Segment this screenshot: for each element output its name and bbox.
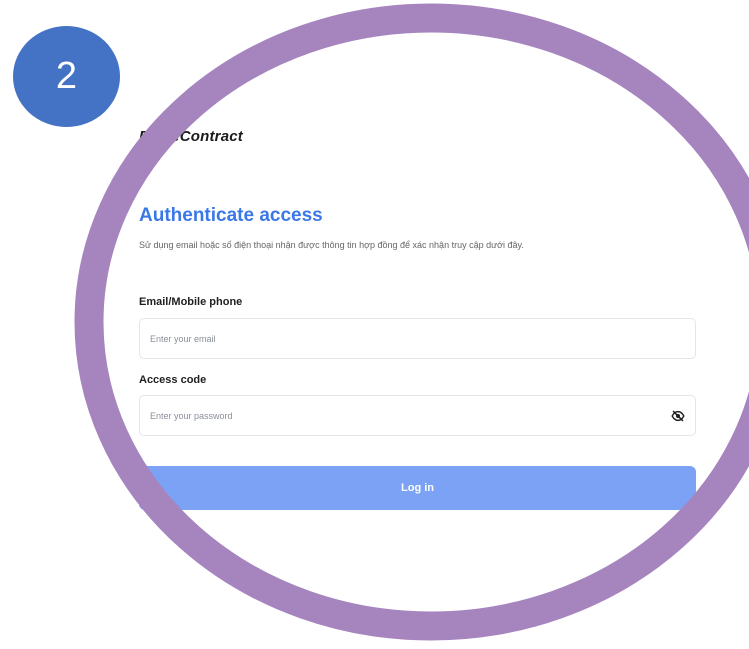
access-code-label: Access code xyxy=(139,374,207,386)
eye-off-icon[interactable] xyxy=(671,409,685,423)
login-button[interactable]: Log in xyxy=(139,466,696,510)
step-number-badge: 2 xyxy=(13,26,120,127)
email-input[interactable] xyxy=(150,319,660,358)
email-label: Email/Mobile phone xyxy=(139,296,243,308)
page-subtitle: Sử dụng email hoặc số điện thoại nhận đư… xyxy=(139,240,524,250)
brand-logo: FPT.eContract xyxy=(139,128,243,145)
email-field-box xyxy=(139,318,696,359)
page-title: Authenticate access xyxy=(139,205,323,226)
screenshot-canvas: FPT.eContract Authenticate access Sử dụn… xyxy=(0,0,749,649)
access-code-field-box xyxy=(139,395,696,436)
access-code-input[interactable] xyxy=(150,396,660,435)
